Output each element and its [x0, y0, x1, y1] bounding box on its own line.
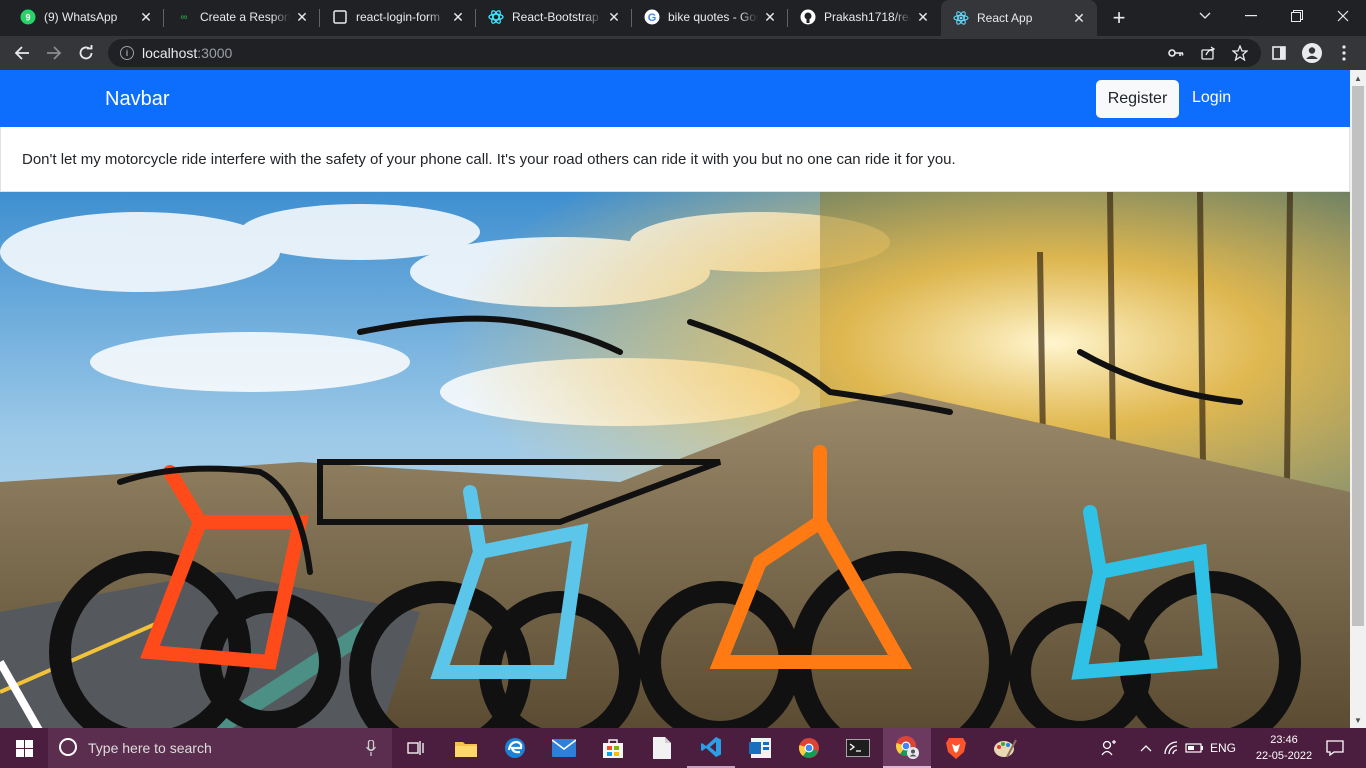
site-info-icon[interactable]: i [120, 46, 134, 60]
tab-title: Prakash1718/react [824, 10, 911, 24]
url-port: :3000 [197, 45, 233, 61]
login-link[interactable]: Login [1192, 89, 1231, 107]
tab-title: React-Bootstrap [512, 10, 599, 24]
clock-time: 23:46 [1270, 734, 1298, 746]
store-icon[interactable] [589, 728, 637, 768]
mail-icon[interactable] [540, 728, 588, 768]
side-panel-icon[interactable] [1266, 40, 1292, 66]
profile-avatar-icon[interactable] [1299, 40, 1325, 66]
outlook-news-icon[interactable] [736, 728, 784, 768]
navbar: Navbar Register Login [0, 70, 1350, 127]
tab-title: react-login-form [356, 10, 441, 24]
chrome-profile-icon[interactable] [883, 728, 931, 768]
system-clock[interactable]: 23:46 22-05-2022 [1255, 732, 1313, 764]
google-icon: G [644, 9, 660, 25]
svg-text:G: G [648, 12, 657, 24]
browser-tab-strip: 9 (9) WhatsApp ✕ ∞ Create a Responsive ✕… [0, 0, 1366, 36]
tab-whatsapp[interactable]: 9 (9) WhatsApp ✕ [8, 0, 164, 34]
show-hidden-icons-chevron-icon[interactable] [1136, 728, 1156, 768]
whatsapp-icon: 9 [20, 9, 36, 25]
close-window-icon[interactable] [1320, 0, 1366, 32]
clock-date: 22-05-2022 [1255, 750, 1313, 762]
reload-icon[interactable] [73, 40, 99, 66]
url-host: localhost [142, 45, 198, 61]
hero-bicycles-image [0, 192, 1350, 728]
chrome-icon[interactable] [785, 728, 833, 768]
task-view-icon[interactable] [392, 728, 440, 768]
close-tab-icon[interactable]: ✕ [294, 9, 310, 25]
tab-search-chevron-icon[interactable] [1182, 0, 1228, 32]
back-icon[interactable] [9, 40, 35, 66]
scroll-down-arrow[interactable]: ▼ [1350, 712, 1366, 728]
battery-icon[interactable] [1184, 728, 1206, 768]
address-bar[interactable]: i localhost:3000 [108, 39, 1261, 67]
minimize-icon[interactable] [1228, 0, 1274, 32]
tab-bike-quotes[interactable]: G bike quotes - Google ✕ [632, 0, 788, 34]
register-button[interactable]: Register [1096, 80, 1179, 118]
close-tab-icon[interactable]: ✕ [915, 9, 931, 25]
key-icon[interactable] [1168, 45, 1184, 61]
svg-text:9: 9 [25, 13, 30, 23]
notifications-icon[interactable] [1320, 728, 1350, 768]
windows-start-icon[interactable] [0, 728, 48, 768]
file-explorer-icon[interactable] [442, 728, 490, 768]
tab-github-prakash[interactable]: Prakash1718/react ✕ [788, 0, 941, 34]
language-indicator[interactable]: ENG [1208, 728, 1238, 768]
restore-icon[interactable] [1274, 0, 1320, 32]
page-viewport: Navbar Register Login Don't let my motor… [0, 70, 1350, 728]
close-tab-icon[interactable]: ✕ [762, 9, 778, 25]
tab-title: Create a Responsive [200, 10, 290, 24]
close-tab-icon[interactable]: ✕ [606, 9, 622, 25]
wifi-icon[interactable] [1162, 728, 1182, 768]
paint-icon[interactable] [981, 728, 1029, 768]
tab-react-login-form[interactable]: react-login-form ✕ [320, 0, 476, 34]
tab-create-responsive[interactable]: ∞ Create a Responsive ✕ [164, 0, 320, 34]
navbar-brand[interactable]: Navbar [105, 88, 169, 111]
cortana-circle-icon [58, 737, 78, 760]
vscode-icon[interactable] [687, 728, 735, 768]
terminal-icon[interactable] [834, 728, 882, 768]
tab-react-bootstrap[interactable]: React-Bootstrap ✕ [476, 0, 632, 34]
quote-text: Don't let my motorcycle ride interfere w… [22, 151, 956, 168]
browser-toolbar: i localhost:3000 [0, 36, 1366, 70]
taskbar-search-box[interactable]: Type here to search [48, 728, 392, 768]
microphone-icon[interactable] [365, 739, 377, 759]
tab-title: bike quotes - Google [668, 10, 758, 24]
close-tab-icon[interactable]: ✕ [138, 9, 154, 25]
scrollbar-thumb[interactable] [1352, 86, 1364, 626]
github-icon [800, 9, 816, 25]
taskbar-search-placeholder: Type here to search [88, 740, 212, 756]
edge-icon[interactable] [491, 728, 539, 768]
page-scrollbar[interactable]: ▲ ▼ [1350, 70, 1366, 728]
tab-react-app[interactable]: React App ✕ [941, 0, 1097, 36]
geeks-icon: ∞ [180, 11, 188, 23]
react-icon [953, 10, 969, 26]
quote-card: Don't let my motorcycle ride interfere w… [0, 127, 1350, 192]
close-tab-icon[interactable]: ✕ [450, 9, 466, 25]
menu-kebab-icon[interactable] [1331, 40, 1357, 66]
tab-title: (9) WhatsApp [44, 10, 118, 24]
page-icon [332, 9, 348, 25]
close-tab-icon[interactable]: ✕ [1071, 10, 1087, 26]
windows-taskbar: Type here to search ENG 23:46 22-05-2022 [0, 728, 1366, 768]
people-icon[interactable] [1098, 728, 1122, 768]
brave-icon[interactable] [932, 728, 980, 768]
share-icon[interactable] [1200, 45, 1216, 61]
notepad-file-icon[interactable] [638, 728, 686, 768]
bookmark-star-icon[interactable] [1232, 45, 1248, 61]
react-bootstrap-icon [488, 9, 504, 25]
new-tab-button[interactable]: + [1106, 5, 1132, 31]
forward-icon[interactable] [41, 40, 67, 66]
tab-title: React App [977, 11, 1033, 25]
scroll-up-arrow[interactable]: ▲ [1350, 70, 1366, 86]
